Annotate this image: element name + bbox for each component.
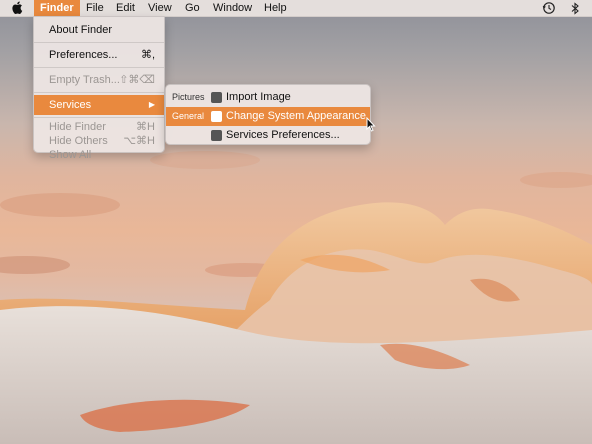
camera-icon	[211, 92, 222, 103]
preferences-label: Preferences...	[49, 49, 118, 61]
menu-help[interactable]: Help	[258, 0, 293, 16]
empty-trash-item[interactable]: Empty Trash... ⇧⌘⌫	[34, 70, 164, 90]
hide-finder-shortcut: ⌘H	[136, 121, 155, 133]
empty-trash-label: Empty Trash...	[49, 74, 120, 86]
service-category-label: General	[172, 111, 205, 121]
hide-others-label: Hide Others	[49, 135, 108, 147]
about-finder-label: About Finder	[49, 24, 112, 36]
gear-icon	[211, 130, 222, 141]
hide-finder-label: Hide Finder	[49, 121, 106, 133]
service-import-image[interactable]: Pictures Import Image	[166, 88, 370, 107]
menu-go[interactable]: Go	[179, 0, 206, 16]
hide-others-item[interactable]: Hide Others ⌥⌘H	[34, 134, 164, 148]
script-icon	[211, 111, 222, 122]
menu-edit[interactable]: Edit	[110, 0, 141, 16]
menu-file[interactable]: File	[80, 0, 110, 16]
service-label: Import Image	[226, 91, 291, 103]
service-category-label: Pictures	[172, 92, 205, 102]
hide-others-shortcut: ⌥⌘H	[123, 135, 155, 147]
service-label: Services Preferences...	[226, 129, 340, 141]
menu-separator	[34, 92, 164, 93]
menu-separator	[34, 67, 164, 68]
submenu-arrow-icon: ▶	[148, 100, 155, 109]
service-change-system-appearance[interactable]: General Change System Appearance	[166, 107, 370, 126]
preferences-item[interactable]: Preferences... ⌘,	[34, 45, 164, 65]
services-label: Services	[49, 99, 92, 111]
services-item[interactable]: Services ▶	[34, 95, 164, 115]
service-label: Change System Appearance	[226, 110, 367, 122]
apple-menu-icon[interactable]	[8, 0, 27, 16]
menu-window[interactable]: Window	[207, 0, 258, 16]
show-all-item[interactable]: Show All	[34, 148, 164, 162]
menu-separator	[34, 117, 164, 118]
menu-finder[interactable]: Finder	[34, 0, 80, 16]
mouse-pointer-icon	[366, 117, 376, 132]
show-all-label: Show All	[49, 149, 92, 161]
services-submenu: Pictures Import Image General Change Sys…	[165, 84, 371, 145]
service-preferences[interactable]: Services Preferences...	[166, 126, 370, 145]
about-finder-item[interactable]: About Finder	[34, 20, 164, 40]
hide-finder-item[interactable]: Hide Finder ⌘H	[34, 120, 164, 134]
empty-trash-shortcut: ⇧⌘⌫	[119, 74, 155, 86]
menu-bar: Finder File Edit View Go Window Help	[0, 0, 592, 17]
finder-menu: About Finder Preferences... ⌘, Empty Tra…	[33, 16, 165, 161]
menu-separator	[34, 42, 164, 43]
bluetooth-icon[interactable]	[571, 0, 580, 16]
time-machine-icon[interactable]	[542, 0, 556, 16]
preferences-shortcut: ⌘,	[140, 49, 155, 61]
menu-view[interactable]: View	[142, 0, 178, 16]
